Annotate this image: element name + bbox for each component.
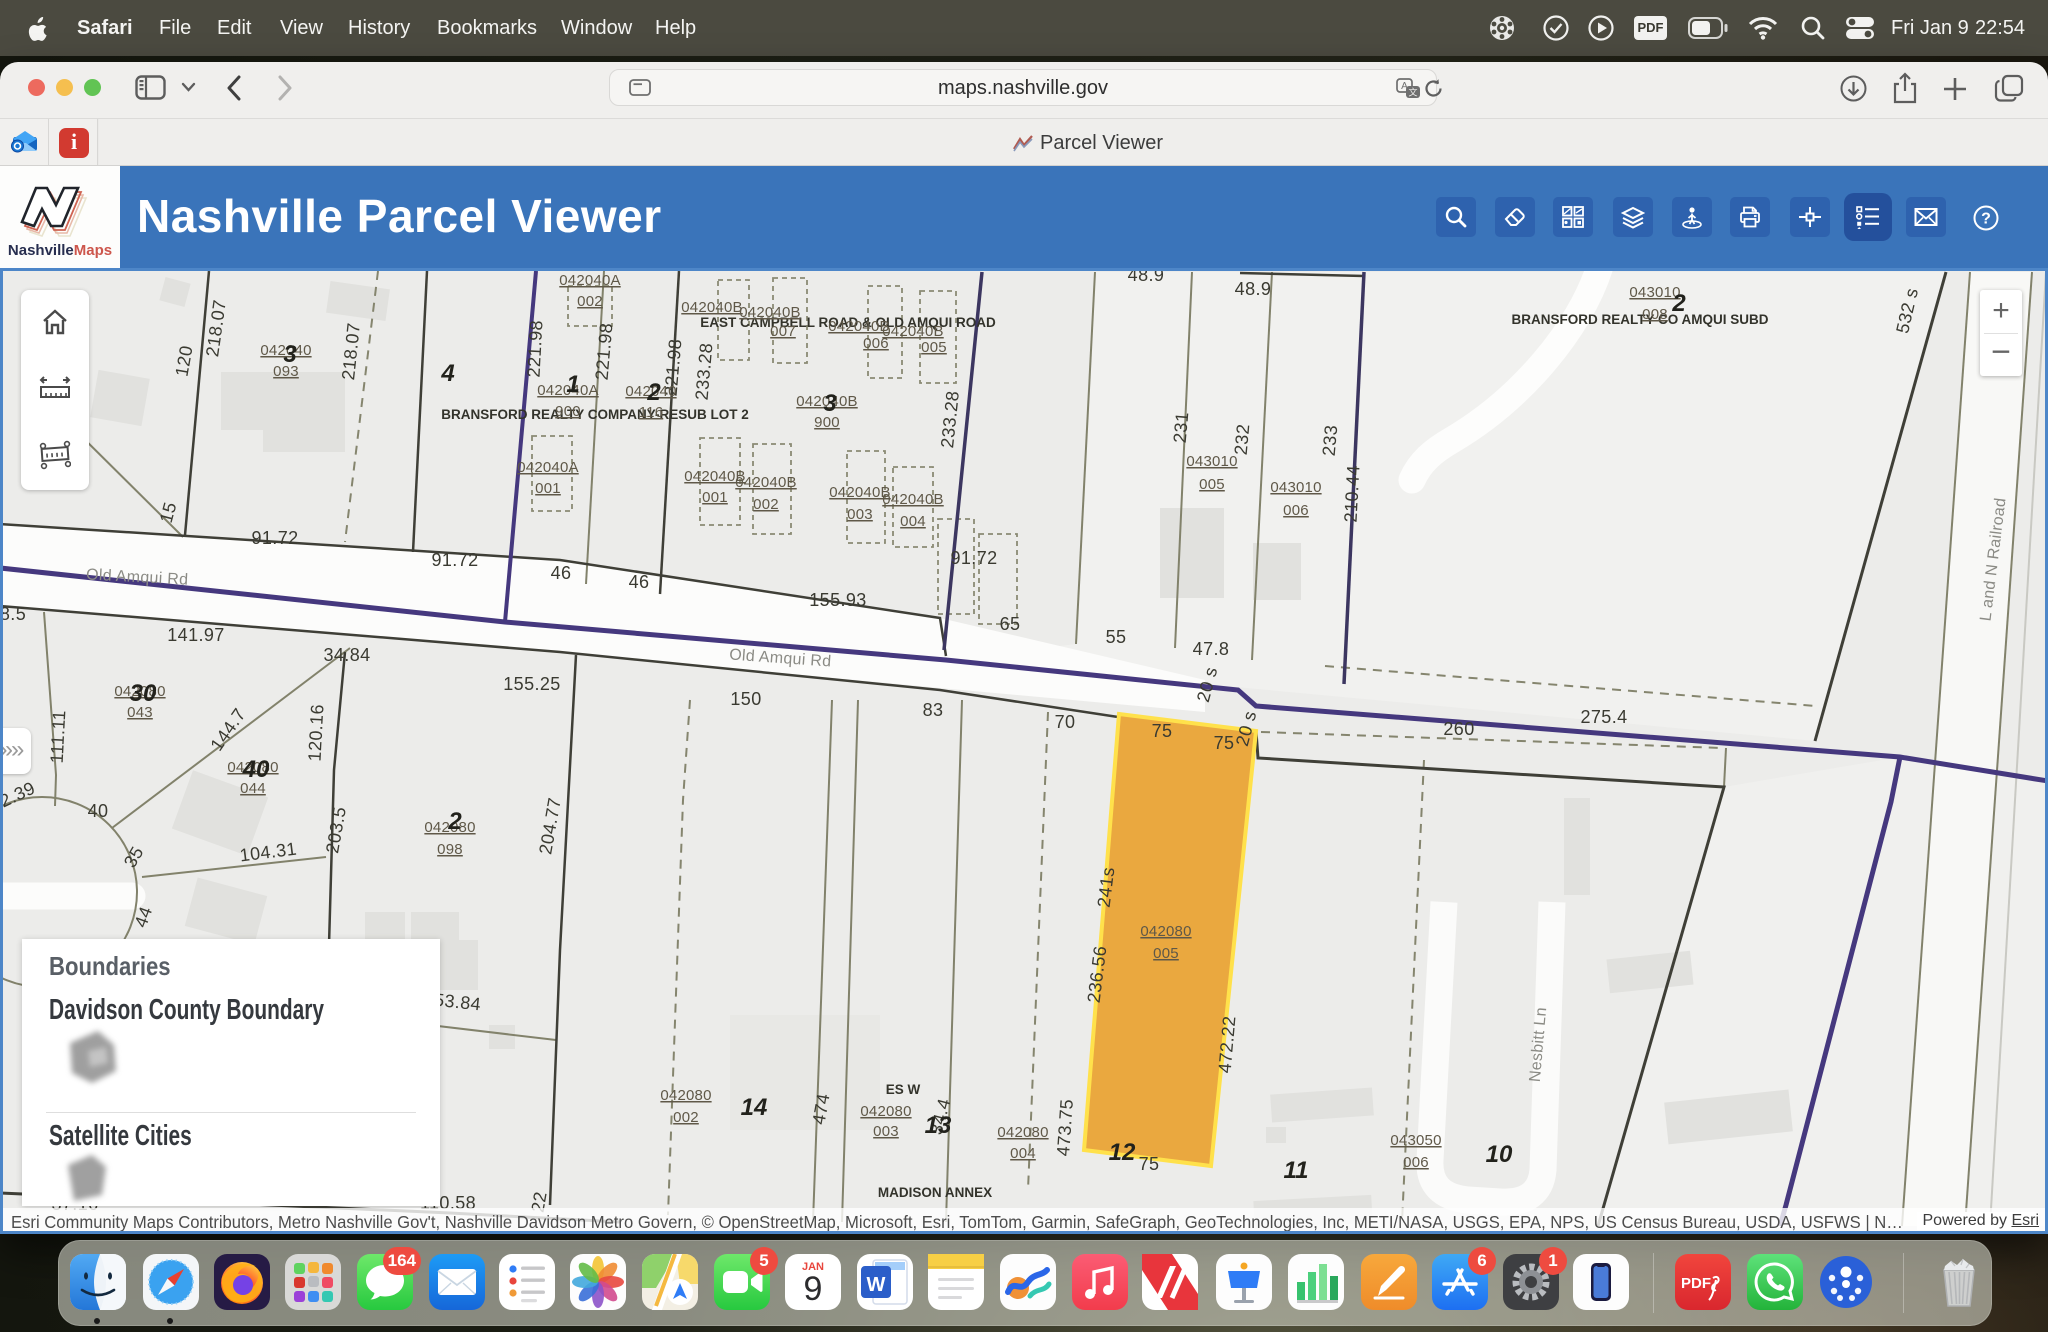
svg-text:002: 002 bbox=[673, 1109, 699, 1126]
svg-text:005: 005 bbox=[1153, 945, 1179, 962]
svg-text:48.9: 48.9 bbox=[1128, 268, 1165, 285]
svg-text:91.72: 91.72 bbox=[950, 548, 997, 568]
svg-text:042080: 042080 bbox=[860, 1103, 911, 1120]
svg-text:210.44: 210.44 bbox=[1341, 464, 1364, 522]
svg-text:9: 9 bbox=[804, 1270, 823, 1308]
svg-text:BRANSFORD REALTY CO AMQUI SUBD: BRANSFORD REALTY CO AMQUI SUBD bbox=[1511, 312, 1768, 327]
svg-text:3: 3 bbox=[823, 390, 837, 417]
svg-text:231: 231 bbox=[1170, 411, 1193, 444]
svg-text:042040B: 042040B bbox=[828, 318, 889, 335]
svg-text:001: 001 bbox=[702, 489, 728, 506]
svg-text:116: 116 bbox=[639, 404, 664, 421]
svg-text:30: 30 bbox=[130, 680, 157, 707]
svg-text:155.93: 155.93 bbox=[809, 590, 866, 610]
svg-text:042040B: 042040B bbox=[882, 323, 943, 340]
svg-text:002: 002 bbox=[753, 496, 779, 513]
svg-text:042040A: 042040A bbox=[517, 459, 578, 476]
svg-text:40: 40 bbox=[88, 801, 109, 821]
svg-text:006: 006 bbox=[1283, 502, 1309, 519]
svg-text:042040A: 042040A bbox=[559, 272, 620, 289]
svg-text:042040B: 042040B bbox=[739, 304, 800, 321]
svg-text:043050: 043050 bbox=[1390, 1132, 1441, 1149]
svg-text:042040B: 042040B bbox=[681, 299, 742, 316]
svg-text:043010: 043010 bbox=[1270, 479, 1321, 496]
svg-text:48.9: 48.9 bbox=[1235, 279, 1272, 299]
svg-text:4: 4 bbox=[440, 360, 454, 387]
svg-text:043010: 043010 bbox=[1186, 453, 1237, 470]
svg-text:13: 13 bbox=[925, 1112, 952, 1139]
svg-text:155.25: 155.25 bbox=[503, 674, 560, 694]
svg-text:文: 文 bbox=[1408, 87, 1417, 98]
svg-text:91.72: 91.72 bbox=[251, 528, 298, 548]
svg-text:005: 005 bbox=[921, 339, 947, 356]
svg-text:001: 001 bbox=[535, 480, 561, 497]
svg-text:W: W bbox=[867, 1274, 886, 1296]
svg-text:232: 232 bbox=[1231, 423, 1254, 456]
svg-text:098: 098 bbox=[437, 841, 463, 858]
svg-text:007: 007 bbox=[770, 323, 796, 340]
svg-text:003: 003 bbox=[847, 506, 873, 523]
svg-text:1: 1 bbox=[566, 371, 579, 398]
svg-text:12: 12 bbox=[1109, 1139, 1136, 1166]
svg-text:004: 004 bbox=[900, 513, 926, 530]
svg-text:003: 003 bbox=[873, 1123, 899, 1140]
svg-text:221.98: 221.98 bbox=[524, 319, 547, 377]
svg-text:120.16: 120.16 bbox=[305, 703, 328, 761]
svg-text:46: 46 bbox=[629, 572, 650, 592]
svg-text:65: 65 bbox=[1000, 614, 1021, 634]
svg-text:ES W: ES W bbox=[886, 1082, 921, 1097]
svg-text:BRANSFORD REALTY COMPANY-RESUB: BRANSFORD REALTY COMPANY-RESUB LOT 2 bbox=[441, 407, 749, 422]
svg-text:004: 004 bbox=[1010, 1145, 1036, 1162]
svg-text:11: 11 bbox=[1284, 1157, 1309, 1184]
svg-text:3: 3 bbox=[283, 341, 297, 368]
svg-text:042040B: 042040B bbox=[735, 474, 796, 491]
svg-text:75: 75 bbox=[1152, 721, 1173, 741]
svg-text:473.75: 473.75 bbox=[1053, 1098, 1077, 1157]
svg-text:47.8: 47.8 bbox=[1193, 639, 1230, 659]
svg-text:PDF: PDF bbox=[1681, 1275, 1711, 1292]
svg-text:233: 233 bbox=[1319, 424, 1342, 457]
svg-text:006: 006 bbox=[1403, 1154, 1429, 1171]
svg-text:141.97: 141.97 bbox=[167, 625, 224, 645]
svg-text:042080: 042080 bbox=[1140, 923, 1191, 940]
svg-text:2: 2 bbox=[447, 808, 462, 835]
svg-text:900: 900 bbox=[555, 403, 581, 420]
svg-text:008: 008 bbox=[1642, 306, 1668, 323]
svg-text:75: 75 bbox=[1139, 1154, 1160, 1174]
svg-text:10: 10 bbox=[1486, 1141, 1513, 1168]
svg-text:042040B: 042040B bbox=[882, 491, 943, 508]
svg-text:14: 14 bbox=[741, 1094, 768, 1121]
svg-text:46: 46 bbox=[551, 563, 572, 583]
svg-text:34.84: 34.84 bbox=[323, 645, 370, 665]
svg-text:91.72: 91.72 bbox=[431, 550, 478, 570]
svg-text:275.4: 275.4 bbox=[1580, 707, 1627, 727]
svg-text:005: 005 bbox=[1199, 476, 1225, 493]
svg-text:?: ? bbox=[1981, 211, 1991, 228]
svg-text:70: 70 bbox=[1055, 712, 1076, 732]
svg-text:2: 2 bbox=[646, 379, 661, 406]
svg-text:MADISON ANNEX: MADISON ANNEX bbox=[878, 1185, 992, 1200]
svg-text:150: 150 bbox=[730, 689, 761, 709]
svg-text:40: 40 bbox=[242, 756, 270, 783]
svg-text:75: 75 bbox=[1214, 733, 1235, 753]
svg-text:042080: 042080 bbox=[660, 1087, 711, 1104]
svg-text:111.11: 111.11 bbox=[47, 709, 70, 763]
svg-text:260: 260 bbox=[1443, 719, 1474, 739]
svg-text:83: 83 bbox=[923, 700, 944, 720]
svg-text:042080: 042080 bbox=[997, 1124, 1048, 1141]
svg-text:2: 2 bbox=[1671, 290, 1686, 317]
svg-text:8.5: 8.5 bbox=[0, 604, 26, 624]
svg-text:55: 55 bbox=[1106, 627, 1127, 647]
svg-text:002: 002 bbox=[577, 293, 603, 310]
